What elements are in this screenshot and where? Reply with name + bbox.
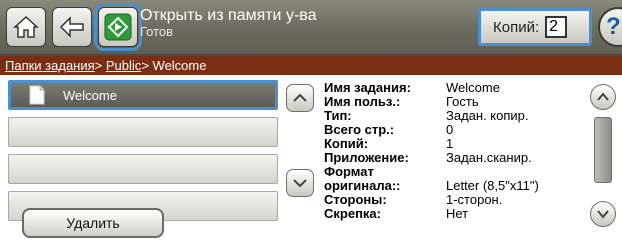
help-icon: ? [606,13,621,40]
job-list: Welcome [8,80,278,228]
breadcrumb-item-public[interactable]: Public [106,58,141,73]
breadcrumb-item-job-folders[interactable]: Папки задания [5,58,95,73]
list-item[interactable]: Welcome [8,80,278,110]
list-item[interactable] [8,117,278,147]
detail-value: Задан.сканир. [446,150,532,165]
status-text: Готов [140,23,174,39]
detail-row: Стороны: 1-сторон. [324,193,539,207]
copies-control[interactable]: Копий: 2 [478,8,592,46]
details-scrollbar-thumb[interactable] [594,117,612,183]
detail-row: Формат [324,165,539,179]
copies-label: Копий: [493,18,540,36]
detail-label: Имя польз.: [324,94,401,109]
chevron-up-icon [293,93,307,102]
detail-row: Приложение: Задан.сканир. [324,151,539,165]
detail-row: Скрепка: Нет [324,207,539,221]
chevron-down-icon [293,179,307,188]
detail-label: оригинала:: [324,178,401,193]
delete-button[interactable]: Удалить [22,208,164,238]
breadcrumb-separator: > [141,58,149,73]
back-icon [59,16,84,38]
back-button[interactable] [52,7,92,47]
list-item[interactable] [8,154,278,184]
detail-row: Имя задания: Welcome [324,81,539,95]
detail-value: Гость [446,94,479,109]
detail-label: Приложение: [324,150,409,165]
detail-row: Копий: 1 [324,137,539,151]
home-button[interactable] [6,7,46,47]
detail-row: оригинала:: Letter (8,5"x11") [324,179,539,193]
home-icon [13,15,39,38]
list-scroll-down-button[interactable] [286,169,314,197]
start-button[interactable] [94,3,142,51]
detail-value: 1-сторон. [446,192,503,207]
detail-value: 1 [446,136,454,151]
detail-value: 0 [446,122,454,137]
start-icon [104,13,132,41]
detail-label: Стороны: [324,192,387,207]
breadcrumb: Папки задания> Public> Welcome [0,56,622,75]
detail-label: Тип: [324,108,352,123]
breadcrumb-separator: > [94,58,103,73]
detail-label: Формат [324,164,374,179]
detail-label: Скрепка: [324,206,381,221]
list-item-label: Welcome [63,87,117,103]
detail-label: Имя задания: [324,80,411,95]
document-icon [29,85,45,105]
details-scroll-up-button[interactable] [590,84,616,110]
detail-row: Имя польз.: Гость [324,95,539,109]
title-block: Открыть из памяти у-ва Готов [140,7,317,39]
chevron-down-icon [597,210,609,219]
detail-value: Задан. копир. [446,108,529,123]
detail-row: Тип: Задан. копир. [324,109,539,123]
help-button[interactable]: ? [598,7,622,47]
detail-row: Всего стр.: 0 [324,123,539,137]
job-details: Имя задания: Welcome Имя польз.: Гость Тип… [324,81,539,221]
detail-value: Welcome [446,80,500,95]
detail-label: Копий: [324,136,369,151]
header-bar: Открыть из памяти у-ва Готов Копий: 2 ? [0,0,622,56]
detail-value: Нет [446,206,469,221]
list-scroll-up-button[interactable] [286,84,314,112]
copies-input[interactable]: 2 [545,16,568,38]
details-scroll-down-button[interactable] [590,201,616,227]
page-title: Открыть из памяти у-ва [140,7,317,24]
chevron-up-icon [597,92,609,101]
detail-label: Всего стр.: [324,122,395,137]
breadcrumb-item-current: Welcome [152,58,207,73]
detail-value: Letter (8,5"x11") [446,178,539,193]
